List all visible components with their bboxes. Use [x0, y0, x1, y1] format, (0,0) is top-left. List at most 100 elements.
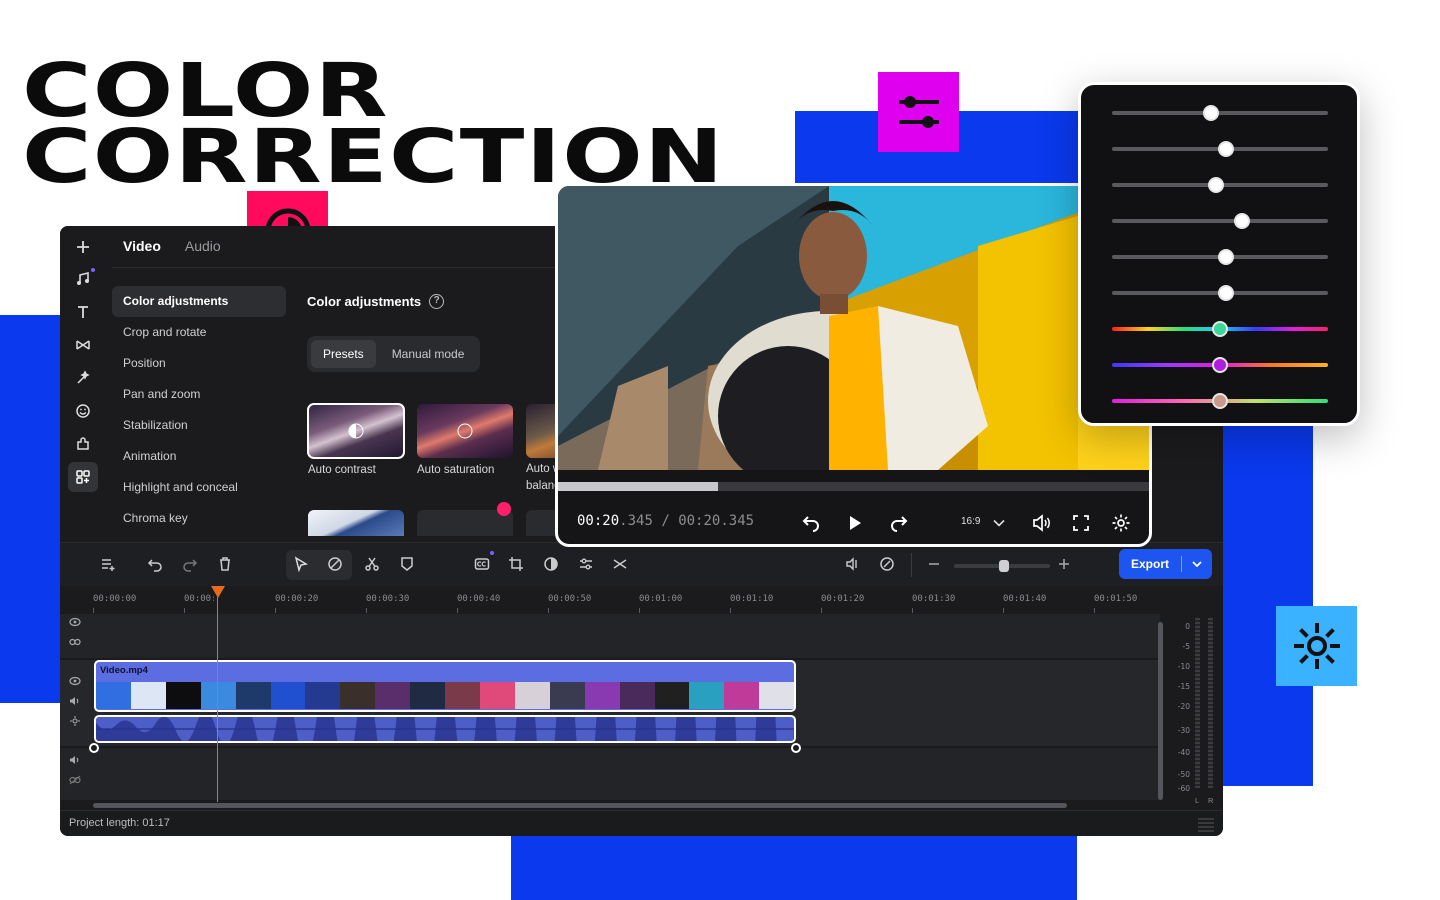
- volume-icon[interactable]: [1029, 510, 1055, 536]
- link-off-icon[interactable]: [68, 774, 82, 786]
- export-button[interactable]: Export: [1119, 549, 1212, 579]
- slider-knob[interactable]: [1212, 321, 1228, 337]
- slider-knob[interactable]: [1218, 249, 1235, 265]
- add-track-icon[interactable]: [95, 551, 121, 577]
- slider-knob[interactable]: [1218, 285, 1235, 301]
- grid-icon[interactable]: [1197, 816, 1215, 832]
- color-icon[interactable]: [538, 551, 564, 577]
- blue-block-left: [0, 315, 64, 703]
- scissors-icon[interactable]: [359, 551, 385, 577]
- ruler-label: 00:00:30: [366, 594, 410, 604]
- ruler-label: 00:00:40: [457, 594, 501, 604]
- empty-track-bottom[interactable]: [60, 748, 1160, 800]
- playhead-handle[interactable]: [211, 586, 225, 598]
- trim-handle-right[interactable]: [791, 743, 801, 753]
- rewind-icon[interactable]: [798, 510, 824, 536]
- gear-icon[interactable]: [1108, 510, 1134, 536]
- slider-knob[interactable]: [1203, 105, 1220, 121]
- apps-icon[interactable]: [68, 462, 98, 492]
- marker-icon[interactable]: [394, 551, 420, 577]
- eye-icon[interactable]: [68, 616, 82, 628]
- adjustment-slider[interactable]: [1112, 285, 1328, 301]
- chevron-down-icon[interactable]: [986, 510, 1012, 536]
- razor-tool-icon[interactable]: [322, 551, 348, 577]
- tab-video[interactable]: Video: [123, 238, 161, 254]
- speaker-icon[interactable]: [68, 695, 82, 707]
- adjustment-slider[interactable]: [1112, 249, 1328, 265]
- playback-progress[interactable]: [558, 482, 1149, 491]
- crop-icon[interactable]: [503, 551, 529, 577]
- menu-item-crop-rotate[interactable]: Crop and rotate: [112, 317, 286, 348]
- slider-knob[interactable]: [1212, 357, 1228, 373]
- ruler-tick: [184, 608, 185, 613]
- trim-handle-left[interactable]: [89, 743, 99, 753]
- audio-clip[interactable]: [94, 715, 796, 743]
- audio-detach-icon[interactable]: [839, 551, 865, 577]
- adjustment-slider[interactable]: [1112, 321, 1328, 337]
- menu-item-pan-zoom[interactable]: Pan and zoom: [112, 379, 286, 410]
- video-preview[interactable]: [558, 186, 1149, 470]
- effect-icon[interactable]: [874, 551, 900, 577]
- link-icon[interactable]: [68, 636, 82, 648]
- zoom-slider-knob[interactable]: [999, 560, 1009, 572]
- adjust-icon[interactable]: [573, 551, 599, 577]
- menu-item-position[interactable]: Position: [112, 348, 286, 379]
- adjustment-slider[interactable]: [1112, 105, 1328, 121]
- adjustment-slider[interactable]: [1112, 213, 1328, 229]
- slider-knob[interactable]: [1218, 141, 1235, 157]
- adjustment-slider[interactable]: [1112, 141, 1328, 157]
- preset-auto-white-balance[interactable]: Auto white balance: [526, 404, 556, 495]
- hero-title-line2: CORRECTION: [22, 114, 725, 200]
- transitions-icon[interactable]: [68, 330, 98, 360]
- menu-item-chroma-key[interactable]: Chroma key: [112, 503, 286, 534]
- menu-item-highlight-conceal[interactable]: Highlight and conceal: [112, 472, 286, 503]
- vertical-scrollbar[interactable]: [1158, 622, 1163, 800]
- empty-track-top[interactable]: [60, 614, 1160, 658]
- preset-thumbnail-row2[interactable]: [526, 510, 556, 536]
- horizontal-scrollbar[interactable]: [93, 803, 1067, 808]
- chevron-down-icon[interactable]: [1182, 557, 1212, 571]
- zoom-in-icon[interactable]: [1051, 551, 1077, 577]
- zoom-out-icon[interactable]: [921, 551, 947, 577]
- menu-item-animation[interactable]: Animation: [112, 441, 286, 472]
- slider-knob[interactable]: [1212, 393, 1228, 409]
- eye-icon[interactable]: [68, 675, 82, 687]
- video-clip[interactable]: Video.mp4: [94, 660, 796, 712]
- adjustment-slider[interactable]: [1112, 177, 1328, 193]
- slider-knob[interactable]: [1233, 213, 1250, 229]
- clip-thumbnails: [96, 682, 794, 709]
- preset-auto-contrast[interactable]: Auto contrast: [307, 403, 405, 476]
- question-icon[interactable]: ?: [429, 294, 445, 309]
- plus-icon[interactable]: [68, 232, 98, 262]
- preset-auto-saturation[interactable]: Auto saturation: [417, 404, 513, 476]
- tab-audio[interactable]: Audio: [185, 238, 221, 254]
- ruler-label: 00:01:10: [730, 594, 774, 604]
- preset-thumbnail-row2[interactable]: [308, 510, 404, 536]
- transition-icon[interactable]: [607, 551, 633, 577]
- time-ruler[interactable]: 00:00:00 00:00:10 00:00:20 00:00:30 00:0…: [60, 586, 1160, 616]
- text-icon[interactable]: [68, 297, 98, 327]
- fullscreen-icon[interactable]: [1068, 510, 1094, 536]
- puzzle-icon[interactable]: [68, 429, 98, 459]
- playhead[interactable]: [217, 586, 218, 802]
- play-icon[interactable]: [842, 510, 868, 536]
- aspect-ratio-select[interactable]: 16:9: [961, 516, 980, 527]
- sticker-icon[interactable]: [68, 396, 98, 426]
- fx-icon[interactable]: [68, 715, 82, 727]
- forward-icon[interactable]: [886, 510, 912, 536]
- slider-knob[interactable]: [1207, 177, 1224, 193]
- select-tool-icon[interactable]: [288, 551, 314, 577]
- redo-icon[interactable]: [177, 551, 203, 577]
- zoom-slider[interactable]: [954, 560, 1050, 572]
- manual-mode-button[interactable]: Manual mode: [380, 340, 477, 368]
- adjustment-slider[interactable]: [1112, 357, 1328, 373]
- delete-icon[interactable]: [212, 551, 238, 577]
- speaker-icon[interactable]: [68, 754, 82, 766]
- blue-block-right: [1222, 400, 1313, 786]
- undo-icon[interactable]: [142, 551, 168, 577]
- magic-icon[interactable]: [68, 363, 98, 393]
- adjustment-slider[interactable]: [1112, 393, 1328, 409]
- menu-item-color-adjustments[interactable]: Color adjustments: [112, 286, 286, 317]
- presets-mode-button[interactable]: Presets: [311, 340, 376, 368]
- menu-item-stabilization[interactable]: Stabilization: [112, 410, 286, 441]
